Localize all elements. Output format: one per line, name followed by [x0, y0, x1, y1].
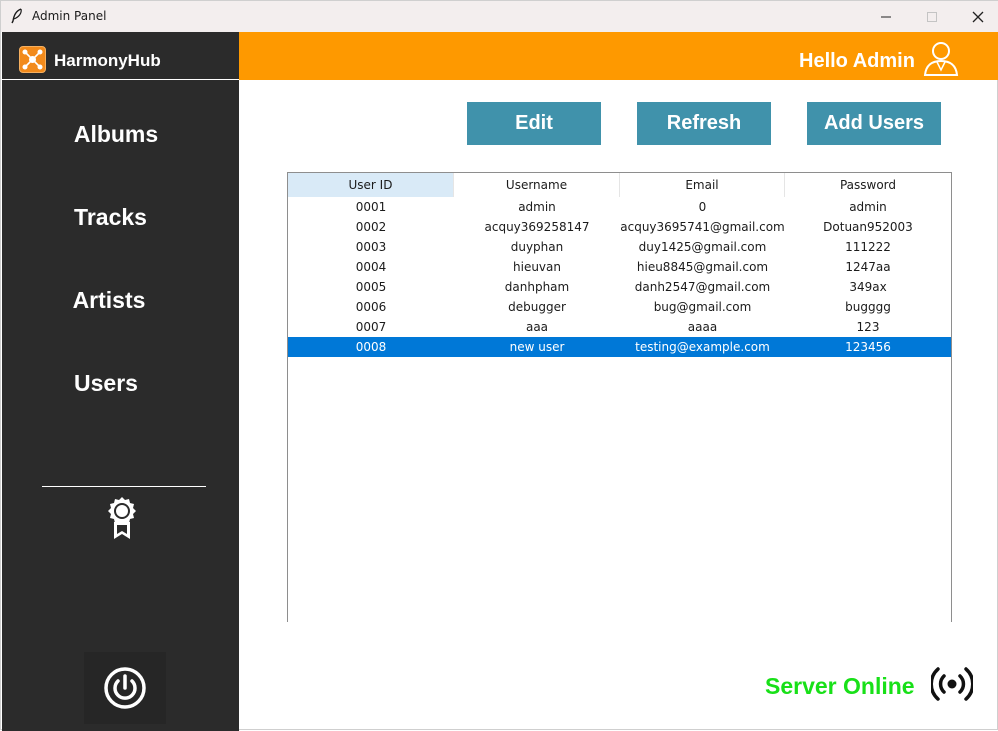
table-cell: 0008 [355, 340, 387, 354]
column-header-password[interactable]: Password [785, 173, 951, 197]
table-cell: bugggg [845, 300, 891, 314]
sidebar-divider [42, 486, 206, 487]
table-cell: acquy369258147 [484, 220, 590, 234]
table-cell: bug@gmail.com [653, 300, 752, 314]
table-row[interactable]: 0001 admin 0 admin [288, 197, 951, 217]
table-cell: 123 [856, 320, 880, 334]
title-bar: Admin Panel [1, 1, 998, 32]
table-row[interactable]: 0007 aaa aaaa 123 [288, 317, 951, 337]
table-cell: testing@example.com [635, 340, 770, 354]
table-row[interactable]: 0004 hieuvan hieu8845@gmail.com 1247aa [288, 257, 951, 277]
table-cell: admin [849, 200, 887, 214]
user-outline-icon[interactable] [923, 40, 959, 76]
table-cell: debugger [508, 300, 566, 314]
brand-name: HarmonyHub [54, 51, 161, 70]
maximize-button[interactable] [909, 1, 955, 32]
nav-albums[interactable]: Albums [2, 121, 230, 148]
add-users-button[interactable]: Add Users [807, 102, 941, 145]
window-title: Admin Panel [32, 9, 107, 23]
close-button[interactable] [955, 1, 998, 32]
minimize-button[interactable] [863, 1, 909, 32]
feather-icon [11, 8, 22, 24]
table-row[interactable]: 0002 acquy369258147 acquy3695741@gmail.com… [288, 217, 951, 237]
table-cell: aaaa [687, 320, 718, 334]
table-cell: 0004 [355, 260, 387, 274]
broadcast-signal-icon [931, 667, 973, 701]
brand: HarmonyHub [2, 32, 239, 80]
table-row[interactable]: 0008 new user testing@example.com 123456 [288, 337, 951, 357]
close-icon [972, 11, 984, 22]
table-cell: 0005 [355, 280, 387, 294]
harmonyhub-logo-icon [19, 46, 46, 73]
table-cell: 0001 [355, 200, 387, 214]
table-cell: 111222 [845, 240, 891, 254]
users-table[interactable]: User ID Username Email Password 0001 admi… [287, 172, 952, 622]
server-status-text: Server Online [765, 673, 915, 699]
maximize-icon [927, 11, 937, 22]
power-icon [104, 667, 146, 709]
table-cell: 0 [698, 200, 707, 214]
nav-tracks[interactable]: Tracks [2, 204, 219, 231]
table-row[interactable]: 0006 debugger bug@gmail.com bugggg [288, 297, 951, 317]
nav-users[interactable]: Users [2, 370, 210, 397]
table-cell: 0006 [355, 300, 387, 314]
minimize-icon [881, 16, 891, 17]
table-cell: aaa [525, 320, 549, 334]
column-header-username[interactable]: Username [454, 173, 620, 197]
table-cell: hieuvan [513, 260, 561, 274]
table-body: 0001 admin 0 admin 0002 acquy369258147 acquy36… [288, 197, 951, 357]
table-cell: 0002 [355, 220, 387, 234]
table-cell: 1247aa [845, 260, 891, 274]
table-cell: hieu8845@gmail.com [636, 260, 769, 274]
table-cell: 123456 [845, 340, 891, 354]
table-cell: 0007 [355, 320, 387, 334]
admin-panel-window: Admin Panel HarmonyHub Albums Tracks Art… [0, 0, 998, 731]
table-row[interactable]: 0003 duyphan duy1425@gmail.com 111222 [288, 237, 951, 257]
table-cell: Dotuan952003 [823, 220, 913, 234]
column-header-email[interactable]: Email [620, 173, 785, 197]
table-cell: admin [518, 200, 556, 214]
table-row[interactable]: 0005 danhpham danh2547@gmail.com 349ax [288, 277, 951, 297]
table-header: User ID Username Email Password [288, 173, 951, 197]
greeting-text: Hello Admin [799, 50, 915, 72]
header-bar: Hello Admin [239, 32, 998, 80]
nav-artists[interactable]: Artists [2, 287, 216, 314]
edit-button[interactable]: Edit [467, 102, 601, 145]
table-cell: danh2547@gmail.com [634, 280, 771, 294]
table-cell: duy1425@gmail.com [638, 240, 767, 254]
table-cell: duyphan [510, 240, 564, 254]
logout-button[interactable] [84, 652, 166, 724]
award-badge-icon[interactable] [104, 495, 140, 541]
sidebar: HarmonyHub Albums Tracks Artists Users [2, 32, 239, 731]
table-cell: new user [509, 340, 565, 354]
table-cell: 349ax [849, 280, 887, 294]
refresh-button[interactable]: Refresh [637, 102, 771, 145]
table-cell: 0003 [355, 240, 387, 254]
column-header-user-id[interactable]: User ID [288, 173, 454, 197]
table-cell: acquy3695741@gmail.com [620, 220, 785, 234]
table-cell: danhpham [504, 280, 570, 294]
